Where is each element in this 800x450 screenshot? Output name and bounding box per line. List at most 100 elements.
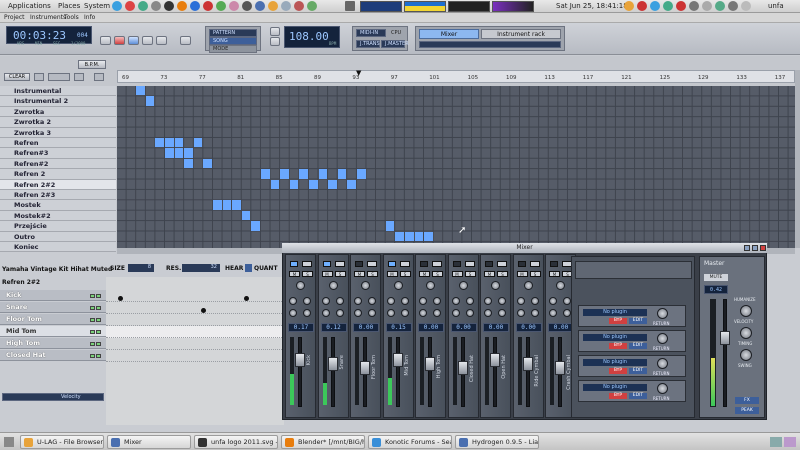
song-pattern-cell[interactable] — [193, 138, 203, 148]
hear-notes-button[interactable]: HEAR — [225, 265, 243, 272]
song-pattern-cell[interactable] — [395, 231, 404, 241]
close-icon[interactable] — [760, 245, 766, 251]
channel-solo-button[interactable]: S — [432, 271, 443, 277]
hear-toggle[interactable] — [245, 264, 252, 272]
fx-send-knob[interactable] — [465, 297, 474, 305]
fx-return-knob[interactable] — [657, 383, 668, 394]
song-pattern-cell[interactable] — [136, 86, 145, 96]
clear-button[interactable]: CLEAR — [4, 73, 30, 81]
song-ruler[interactable]: 69 73 77 81 85 89 93 97 101 105 109 113 117 121 125 129… — [117, 70, 795, 83]
tray-icon[interactable] — [689, 1, 699, 11]
fx-send-knob[interactable] — [335, 309, 344, 317]
song-pattern-cell[interactable] — [174, 138, 184, 148]
channel-pan-knob[interactable] — [393, 281, 403, 290]
channel-pan-knob[interactable] — [296, 281, 305, 290]
song-pattern-cell[interactable] — [347, 179, 356, 189]
note-marker[interactable] — [118, 296, 123, 301]
song-pattern-cell[interactable] — [405, 231, 414, 241]
fx-send-knob[interactable] — [400, 309, 409, 317]
launcher-icon[interactable] — [203, 1, 213, 11]
launcher-icon[interactable] — [125, 1, 135, 11]
pattern-list-item[interactable]: Outro — [0, 231, 116, 242]
tray-icon[interactable] — [663, 1, 673, 11]
rewind-button[interactable] — [100, 36, 111, 45]
size-select[interactable]: 8 — [128, 264, 154, 272]
bpm-down-button[interactable] — [270, 37, 280, 46]
fx-send-knob[interactable] — [516, 297, 525, 305]
fx-plugin-name[interactable]: No plugin — [583, 384, 647, 391]
channel-fader-track[interactable] — [330, 337, 335, 407]
pattern-list-item[interactable]: Mostek — [0, 200, 116, 211]
note-marker[interactable] — [201, 308, 206, 313]
song-pattern-cell[interactable] — [270, 179, 280, 189]
pattern-list-item[interactable]: Refren 2#3 — [0, 190, 116, 201]
swing-knob[interactable] — [740, 349, 752, 361]
song-pattern-cell[interactable] — [414, 231, 424, 241]
channel-fader-handle[interactable] — [457, 361, 468, 375]
song-vertical-scrollbar[interactable] — [795, 70, 800, 248]
fx-send-knob[interactable] — [498, 309, 506, 317]
launcher-icon[interactable] — [216, 1, 226, 11]
launcher-icon[interactable] — [229, 1, 239, 11]
song-grid[interactable] — [117, 86, 795, 248]
show-desktop-icon[interactable] — [4, 437, 14, 447]
note-marker[interactable] — [244, 296, 249, 301]
pattern-list-item[interactable]: Zwrotka 3 — [0, 127, 116, 138]
minimize-icon[interactable] — [744, 245, 750, 251]
note-row[interactable] — [106, 314, 284, 326]
bpm-button[interactable]: B.P.M. — [78, 60, 106, 69]
mute-toggle[interactable] — [90, 294, 95, 298]
chrome-icon[interactable] — [138, 1, 148, 11]
song-pattern-cell[interactable] — [328, 179, 337, 189]
bpm-up-button[interactable] — [270, 27, 280, 36]
fx-bypass-button[interactable]: BYP — [609, 318, 627, 324]
song-pattern-cell[interactable] — [184, 158, 193, 169]
note-row[interactable] — [106, 302, 284, 314]
fx-send-knob[interactable] — [451, 297, 460, 305]
channel-play-button[interactable] — [497, 261, 507, 267]
fx-send-knob[interactable] — [354, 297, 362, 305]
channel-fader-handle[interactable] — [327, 357, 338, 371]
taskbar-window-button[interactable]: Hydrogen 0.9.5 - Liar... — [455, 435, 539, 449]
fx-send-knob[interactable] — [530, 309, 539, 317]
resolution-select[interactable]: 32 — [182, 264, 220, 272]
forward-button[interactable] — [156, 36, 167, 45]
jack-transport-button[interactable]: J.TRANS — [356, 40, 380, 48]
tray-icon[interactable] — [715, 1, 725, 11]
workspace-switcher-icon[interactable] — [770, 437, 782, 447]
channel-mute-button[interactable]: M — [354, 271, 365, 277]
song-pattern-cell[interactable] — [309, 179, 318, 189]
song-pattern-cell[interactable] — [289, 179, 299, 189]
solo-toggle[interactable] — [96, 354, 101, 358]
channel-play-button[interactable] — [334, 261, 345, 267]
song-pattern-cell[interactable] — [241, 210, 251, 221]
fx-edit-button[interactable]: EDIT — [629, 368, 647, 374]
record-button[interactable] — [114, 36, 125, 45]
maximize-icon[interactable] — [752, 245, 758, 251]
menu-system[interactable]: System — [84, 2, 110, 10]
channel-fader-handle[interactable] — [295, 353, 305, 367]
tray-icon[interactable] — [702, 1, 712, 11]
pattern-list-item[interactable]: Mostek#2 — [0, 210, 116, 222]
loop-button[interactable] — [180, 36, 191, 45]
stop-button[interactable] — [142, 36, 153, 45]
fx-toggle-button[interactable]: FX — [735, 397, 759, 404]
master-mute-button[interactable]: MUTE — [704, 274, 728, 281]
tray-icon[interactable] — [728, 1, 738, 11]
song-pattern-cell[interactable] — [165, 148, 174, 158]
clock[interactable]: Sat Jun 25, 18:41:18 — [556, 2, 628, 10]
channel-play-button[interactable] — [302, 261, 312, 267]
mixer-titlebar[interactable]: Mixer — [282, 243, 767, 253]
fx-send-knob[interactable] — [563, 297, 571, 305]
song-pattern-cell[interactable] — [385, 221, 395, 231]
menu-tools[interactable]: Tools — [64, 14, 79, 21]
mute-toggle[interactable] — [90, 330, 95, 334]
fx-send-knob[interactable] — [530, 297, 539, 305]
fx-edit-button[interactable]: EDIT — [629, 343, 647, 349]
fx-send-knob[interactable] — [433, 297, 441, 305]
song-pattern-cell[interactable] — [299, 169, 308, 179]
solo-toggle[interactable] — [96, 318, 101, 322]
note-grid[interactable] — [106, 277, 284, 425]
fx-return-knob[interactable] — [657, 358, 668, 369]
song-tool-button[interactable] — [34, 73, 44, 81]
